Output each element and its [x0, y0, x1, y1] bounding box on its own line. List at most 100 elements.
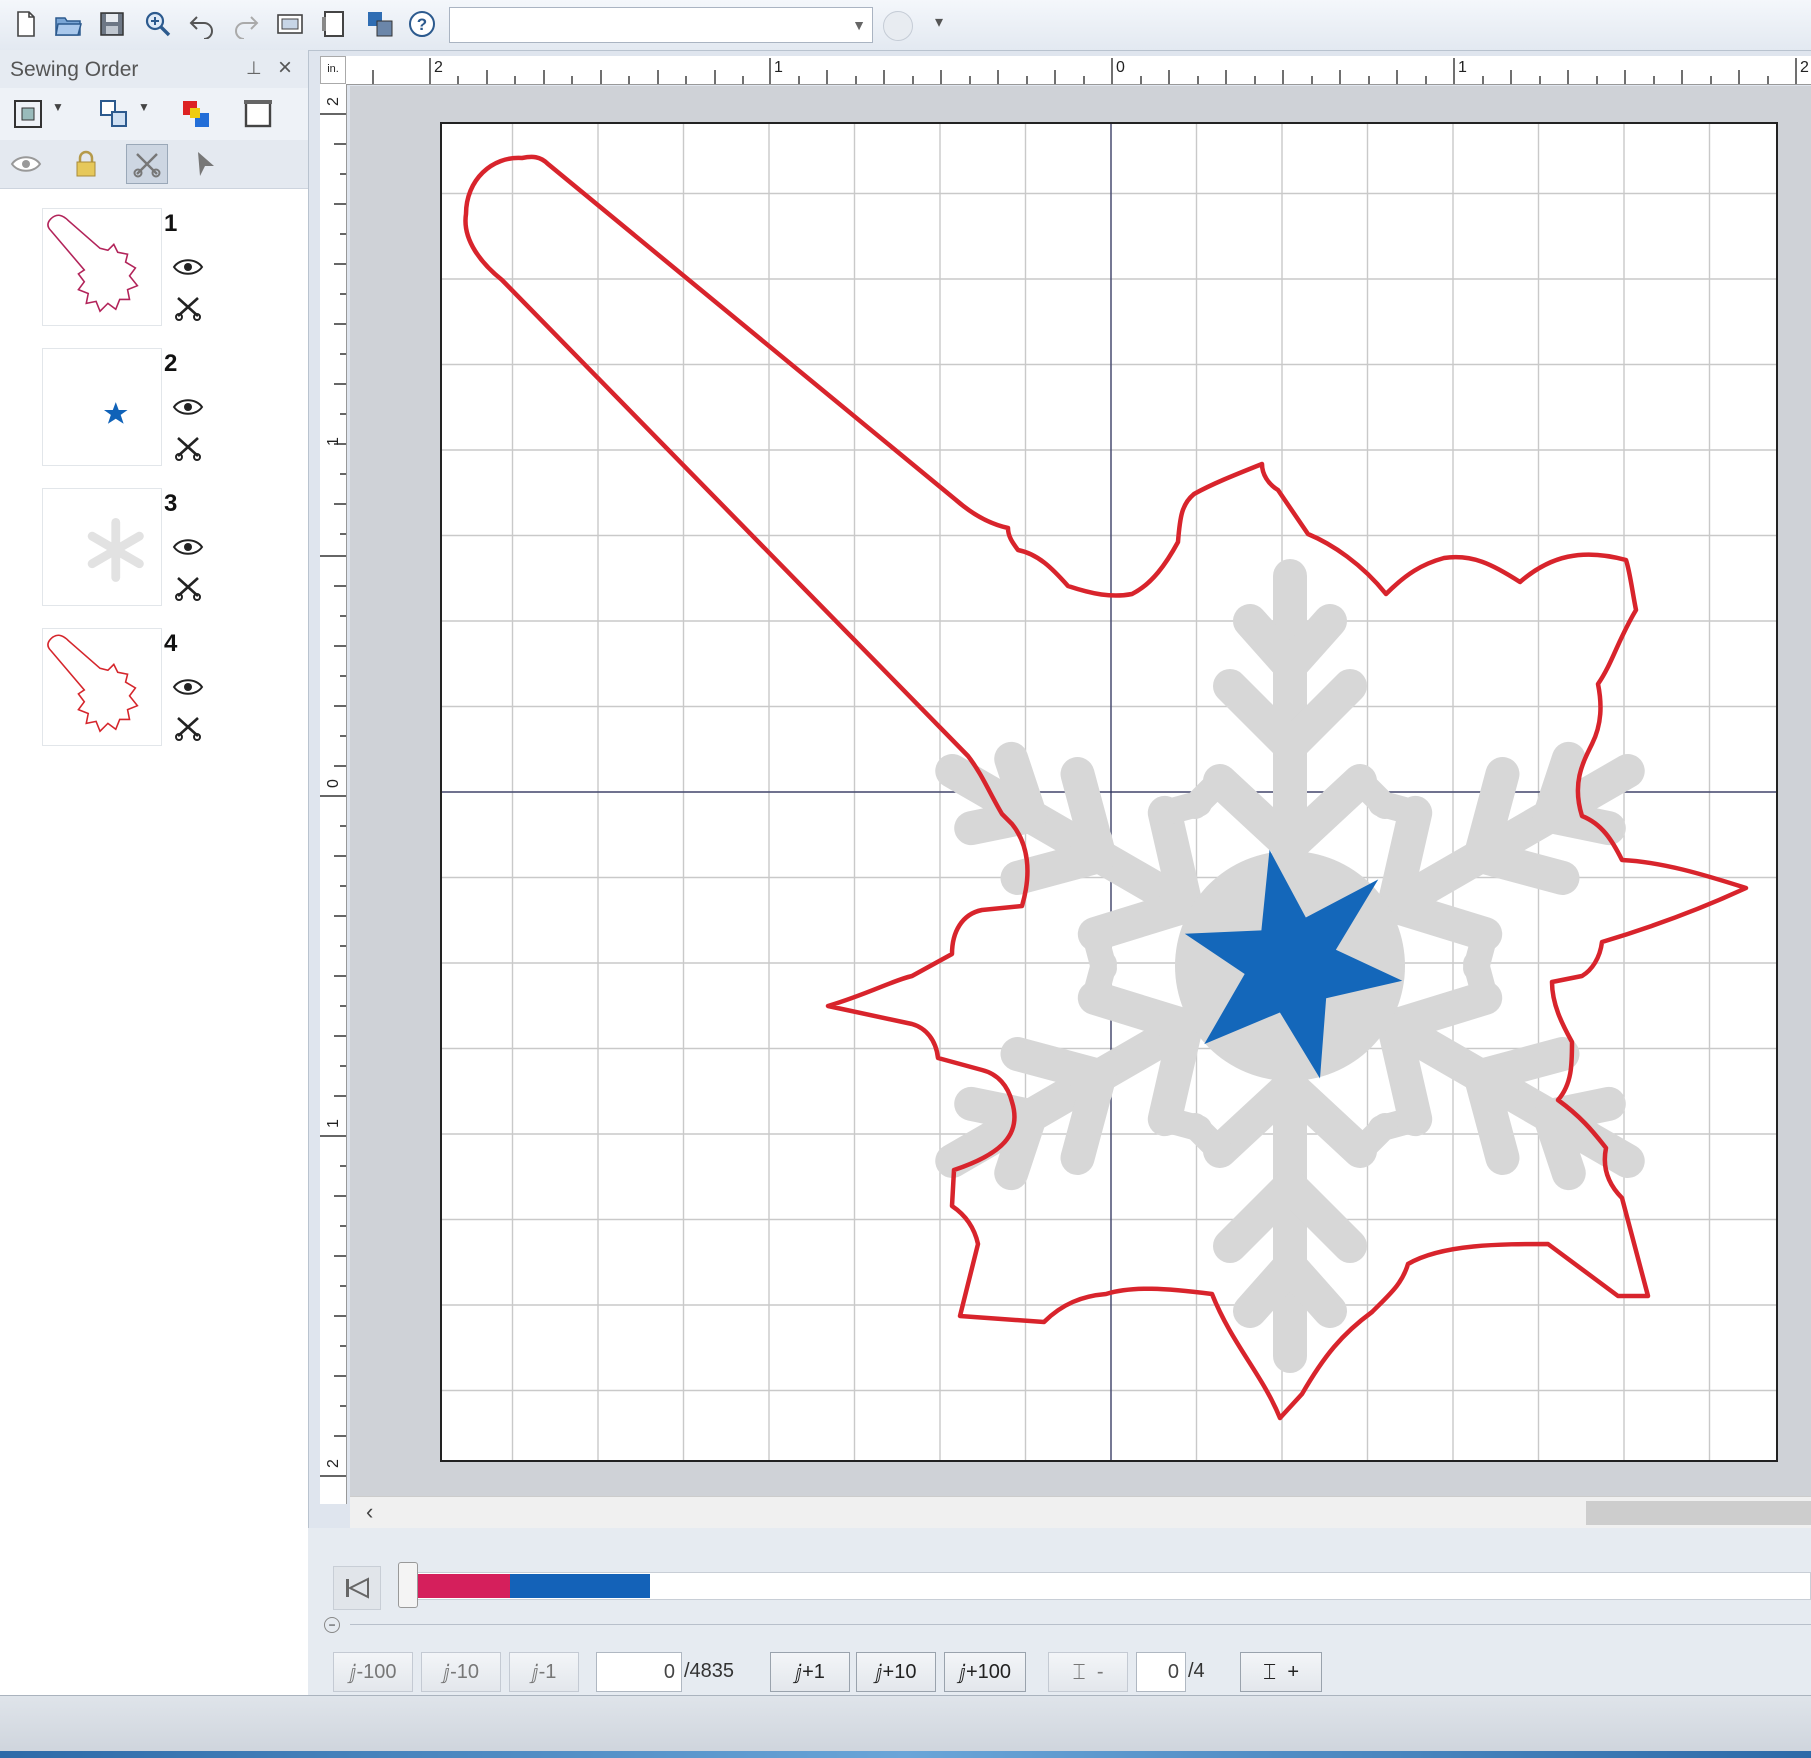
divider: [350, 1624, 1811, 1625]
back-10-button[interactable]: ⅉ -10: [421, 1652, 501, 1692]
stitch-total: /4835: [684, 1660, 735, 1682]
panel-title: Sewing Order: [10, 58, 139, 81]
back-100-button[interactable]: ⅉ -100: [333, 1652, 413, 1692]
sewing-item-thumbnail[interactable]: [42, 628, 162, 746]
needle-icon: ⅉ: [443, 1661, 451, 1684]
eye-icon[interactable]: [172, 256, 204, 278]
scissors-icon[interactable]: [174, 574, 202, 602]
trim-button[interactable]: [126, 144, 168, 184]
progress-color-2: [510, 1574, 650, 1598]
v-ruler-label: 2: [325, 1459, 342, 1468]
chevron-left-icon[interactable]: ‹: [366, 1499, 373, 1525]
forward-10-label: +10: [882, 1660, 917, 1683]
design-combo-box[interactable]: ▼: [449, 7, 873, 43]
color-sort-button[interactable]: [180, 98, 212, 130]
needle-icon: ⅉ: [531, 1661, 539, 1684]
vertical-ruler-ticks: 2 1 0 1 2: [320, 97, 346, 1477]
next-color-button[interactable]: ⌶ +: [1240, 1652, 1322, 1692]
open-folder-icon: [55, 17, 82, 36]
forward-1-button[interactable]: ⅉ +1: [770, 1652, 850, 1692]
panel-toolbar-2: [0, 140, 308, 189]
stitch-count-input[interactable]: 0: [596, 1652, 682, 1692]
fit-view-button[interactable]: [12, 98, 44, 130]
pointer-icon: [198, 152, 214, 176]
frame-icon: ⌶: [1262, 1659, 1277, 1684]
needle-icon: ⅉ: [875, 1661, 883, 1684]
needle-icon: ⅉ: [795, 1661, 803, 1684]
undo-icon: [189, 16, 213, 39]
preview-button[interactable]: [272, 6, 308, 42]
taskbar-strip: [0, 1751, 1811, 1758]
v-ruler-label: 1: [325, 437, 342, 446]
sewing-item-thumbnail[interactable]: [42, 208, 162, 326]
save-button[interactable]: [94, 6, 130, 42]
needle-icon: ⅉ: [958, 1661, 966, 1684]
eye-icon[interactable]: [172, 676, 204, 698]
forward-1-label: +1: [802, 1660, 825, 1683]
lock-button[interactable]: [70, 148, 102, 180]
sewing-item-number: 4: [164, 630, 178, 657]
horizontal-scrollbar[interactable]: ‹: [350, 1496, 1811, 1529]
frame-button[interactable]: [242, 98, 274, 130]
eye-icon[interactable]: [172, 536, 204, 558]
forward-10-button[interactable]: ⅉ +10: [856, 1652, 936, 1692]
stitch-slider-thumb[interactable]: [398, 1562, 418, 1608]
undo-button[interactable]: [184, 6, 220, 42]
color-button[interactable]: [362, 6, 398, 42]
back-10-label: -10: [450, 1660, 479, 1683]
scissors-icon[interactable]: [174, 294, 202, 322]
forward-100-label: +100: [965, 1660, 1012, 1683]
previous-color-button[interactable]: ⌶ -: [1048, 1652, 1128, 1692]
v-ruler-label: 0: [325, 779, 342, 788]
color-count-input[interactable]: 0: [1136, 1652, 1186, 1692]
chevron-down-icon[interactable]: ▼: [852, 17, 866, 33]
lock-icon: [76, 150, 96, 177]
zoom-button[interactable]: [140, 6, 176, 42]
group-button[interactable]: [98, 98, 130, 130]
hoop-area[interactable]: [440, 122, 1778, 1462]
progress-color-1: [418, 1574, 510, 1598]
eye-icon[interactable]: [172, 396, 204, 418]
open-button[interactable]: [50, 6, 86, 42]
hoop-button[interactable]: [316, 6, 352, 42]
sewing-item-thumbnail[interactable]: [42, 348, 162, 466]
chevron-down-icon[interactable]: ▼: [138, 100, 150, 114]
redo-icon: [235, 16, 259, 39]
thumbnail-star-2: [103, 402, 128, 424]
scissors-icon[interactable]: [174, 714, 202, 742]
v-ruler-label: 2: [325, 97, 342, 106]
ruler-unit: in.: [320, 56, 346, 84]
back-1-button[interactable]: ⅉ -1: [509, 1652, 579, 1692]
pin-icon[interactable]: ⊥: [246, 58, 262, 79]
circle-button[interactable]: [883, 11, 913, 41]
visibility-button[interactable]: [10, 148, 42, 180]
help-button[interactable]: ?: [404, 6, 440, 42]
hoop-icon: [322, 11, 344, 37]
color-sort-icon: [183, 101, 209, 127]
sewing-order-panel: Sewing Order ⊥ × ▼ ▼ 1 2 3 4: [0, 50, 309, 1695]
go-to-start-button[interactable]: [333, 1566, 381, 1610]
redo-button[interactable]: [228, 6, 264, 42]
svg-text:?: ?: [417, 15, 427, 34]
forward-100-button[interactable]: ⅉ +100: [944, 1652, 1026, 1692]
select-button[interactable]: [190, 148, 222, 180]
close-icon[interactable]: ×: [278, 54, 292, 82]
sewing-item-thumbnail[interactable]: [42, 488, 162, 606]
new-file-button[interactable]: [8, 6, 44, 42]
horizontal-ruler-ticks: 2 1 0 1 2: [372, 58, 1809, 84]
scrollbar-thumb[interactable]: [1586, 1501, 1811, 1525]
status-bar: [0, 1695, 1811, 1752]
h-ruler-label: 1: [774, 59, 783, 76]
toolbar-overflow-icon[interactable]: ▾: [935, 12, 943, 32]
next-color-label: +: [1287, 1660, 1299, 1683]
v-ruler-label: 1: [325, 1119, 342, 1128]
scissors-icon[interactable]: [174, 434, 202, 462]
h-ruler-label: 0: [1116, 59, 1125, 76]
collapse-icon[interactable]: −: [324, 1617, 340, 1633]
preview-icon: [277, 14, 303, 34]
chevron-down-icon[interactable]: ▼: [52, 100, 64, 114]
fit-view-icon: [14, 100, 42, 128]
panel-header: Sewing Order ⊥ ×: [0, 50, 308, 89]
previous-color-label: -: [1096, 1660, 1104, 1683]
stitch-progress-track[interactable]: [405, 1572, 1811, 1600]
